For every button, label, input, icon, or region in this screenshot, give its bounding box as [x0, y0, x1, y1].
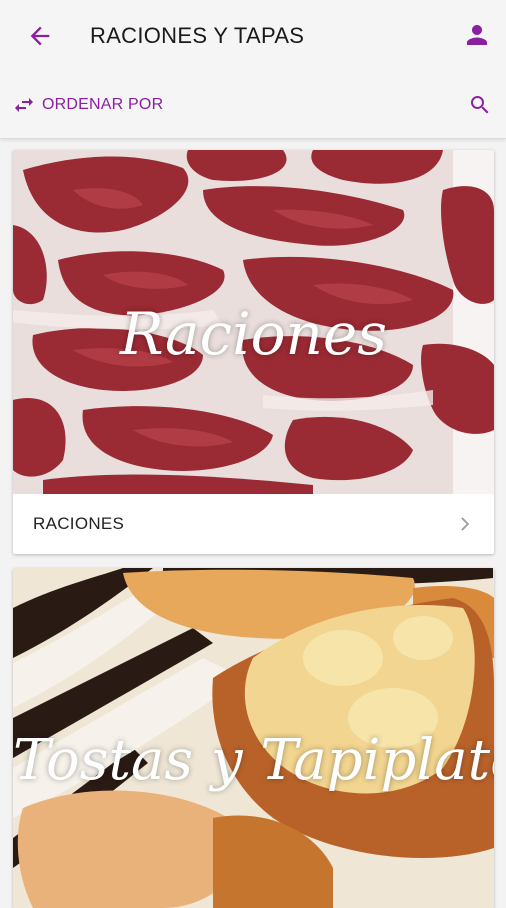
back-button[interactable]: [26, 22, 54, 50]
person-icon: [467, 25, 487, 45]
sort-label: ORDENAR POR: [42, 96, 164, 113]
search-button[interactable]: [468, 93, 492, 117]
raciones-image-caption: Raciones: [120, 300, 387, 368]
category-label: RACIONES: [33, 514, 125, 533]
category-card-tostas[interactable]: Tostas y Tapiplatos: [13, 568, 494, 908]
arrow-back-icon: [30, 26, 50, 46]
app-bar: RACIONES Y TAPAS: [0, 0, 506, 72]
profile-button[interactable]: [462, 20, 492, 50]
tostas-image-caption: Tostas y Tapiplatos: [13, 728, 494, 793]
sort-button[interactable]: ORDENAR POR: [12, 92, 163, 118]
filter-toolbar: ORDENAR POR: [0, 72, 506, 139]
search-icon: [471, 96, 489, 114]
swap-arrows-icon: [15, 98, 33, 112]
category-row-raciones[interactable]: RACIONES: [13, 494, 494, 554]
chevron-right-icon: [461, 517, 470, 531]
page-title: RACIONES Y TAPAS: [90, 23, 305, 48]
tostas-photo[interactable]: Tostas y Tapiplatos: [13, 568, 494, 908]
category-card-raciones[interactable]: Raciones RACIONES: [13, 150, 494, 554]
raciones-photo[interactable]: Raciones: [13, 150, 494, 494]
